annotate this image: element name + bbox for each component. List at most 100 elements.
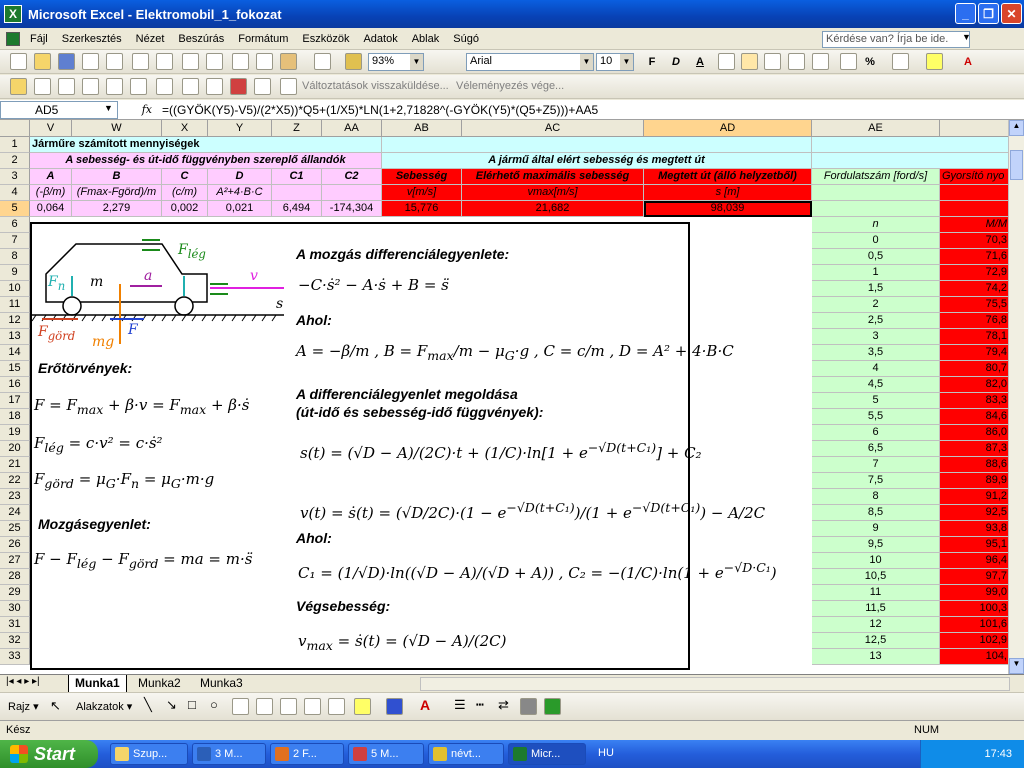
email-icon[interactable] [106,53,123,70]
namebox-dropdown-icon[interactable]: ▼ [104,103,113,113]
underline-button[interactable]: A [692,53,708,70]
shadow-icon[interactable] [520,698,537,715]
cell-z4[interactable] [272,185,322,201]
cell-torque[interactable]: 75,5 [940,297,1010,313]
cell-v5[interactable]: 0,064 [30,201,72,217]
cell-x3[interactable]: C [162,169,208,185]
row-header[interactable]: 5 [0,201,30,217]
task-excel[interactable]: Micr... [508,743,586,765]
cell-ab2[interactable]: A jármű által elért sebesség és megtett … [382,153,812,169]
row-header[interactable]: 30 [0,601,30,617]
menu-view[interactable]: Nézet [129,33,172,45]
menu-help[interactable]: Súgó [446,33,486,45]
cell-torque[interactable]: 83,3 [940,393,1010,409]
row-header[interactable]: 29 [0,585,30,601]
review-icon-9[interactable] [254,78,271,95]
cell-rpm[interactable]: 4,5 [812,377,940,393]
column-header[interactable] [940,120,1010,137]
menu-file[interactable]: Fájl [23,33,55,45]
cell-torque[interactable]: 91,2 [940,489,1010,505]
cell-y3[interactable]: D [208,169,272,185]
cell-rpm[interactable]: 8,5 [812,505,940,521]
cell-torque[interactable]: 79,4 [940,345,1010,361]
row-header[interactable]: 12 [0,313,30,329]
formula-input[interactable]: =((GYÖK(Y5)-V5)/(2*X5))*Q5+(1/X5)*LN(1+2… [158,103,598,117]
cell-torque[interactable]: 97,7 [940,569,1010,585]
cell-torque[interactable]: 74,2 [940,281,1010,297]
cell-rpm[interactable]: 9 [812,521,940,537]
cell-torque[interactable]: 104, [940,649,1010,665]
open-icon[interactable] [34,53,51,70]
cell-ae2[interactable] [812,153,1010,169]
borders-icon[interactable] [892,53,909,70]
cell-af3[interactable]: Gyorsító nyo [940,169,1010,185]
cell-torque[interactable]: 80,7 [940,361,1010,377]
name-box[interactable]: AD5 [0,100,118,119]
cell-v1[interactable]: Járműre számított mennyiségek [30,137,382,153]
line-style-icon[interactable]: ☰ [454,697,466,713]
cell-rpm[interactable]: 10 [812,553,940,569]
cell-ab3[interactable]: Sebesség [382,169,462,185]
font-name-select[interactable]: Arial ▼ [466,53,594,71]
cell-rpm[interactable]: 5 [812,393,940,409]
cell-torque[interactable]: 76,8 [940,313,1010,329]
equation-drawing-object[interactable]: Flég Fn m a v s Fgörd F mg A mozgás diff… [30,222,777,670]
cell-ae3[interactable]: Fordulatszám [ford/s] [812,169,940,185]
row-header[interactable]: 19 [0,425,30,441]
cell-rpm[interactable]: 12 [812,617,940,633]
task-m[interactable]: 5 M... [348,743,424,765]
cell-ad3[interactable]: Megtett út (álló helyzetből) [644,169,812,185]
cell-torque[interactable]: 92,5 [940,505,1010,521]
save-icon[interactable] [58,53,75,70]
3d-icon[interactable] [544,698,561,715]
cell-rpm[interactable]: 10,5 [812,569,940,585]
cell-rpm[interactable]: 4 [812,361,940,377]
row-header[interactable]: 4 [0,185,30,201]
cell-rpm[interactable]: 2 [812,297,940,313]
cell-w5[interactable]: 2,279 [72,201,162,217]
zoom-select[interactable]: 93% ▼ [368,53,424,71]
cell-torque[interactable]: 93,8 [940,521,1010,537]
research-icon[interactable] [206,53,223,70]
row-header[interactable]: 8 [0,249,30,265]
arrow-icon[interactable]: ↘ [166,697,177,713]
cell-torque[interactable]: 101,6 [940,617,1010,633]
clipart-icon[interactable] [304,698,321,715]
menu-window[interactable]: Ablak [405,33,447,45]
cell-rpm[interactable]: 5,5 [812,409,940,425]
row-header[interactable]: 24 [0,505,30,521]
column-header[interactable]: AB [382,120,462,137]
cell-torque[interactable]: 87,3 [940,441,1010,457]
arrow-style-icon[interactable]: ⇄ [498,697,509,713]
row-header[interactable]: 11 [0,297,30,313]
help-search-input[interactable]: Kérdése van? Írja be ide. [822,31,970,48]
cell-rpm[interactable]: 9,5 [812,537,940,553]
fx-icon[interactable]: fx [118,103,158,116]
cell-ad5-selected[interactable]: 98,039 [644,201,812,217]
scroll-up-icon[interactable]: ▲ [1009,120,1024,136]
align-right-icon[interactable] [764,53,781,70]
delete-comment-icon[interactable] [230,78,247,95]
row-header[interactable]: 22 [0,473,30,489]
menu-edit[interactable]: Szerkesztés [55,33,129,45]
row-header[interactable]: 9 [0,265,30,281]
print-preview-icon[interactable] [156,53,173,70]
cell-torque[interactable]: 95,1 [940,537,1010,553]
tab-nav-icons[interactable]: |◂ ◂ ▸ ▸| [6,676,40,687]
cell-torque[interactable]: 82,0 [940,377,1010,393]
row-header[interactable]: 2 [0,153,30,169]
cell-v2[interactable]: A sebesség- és út-idő függvényben szerep… [30,153,382,169]
currency-icon[interactable] [812,53,829,70]
row-header[interactable]: 25 [0,521,30,537]
select-all-corner[interactable] [0,120,30,137]
textbox-icon[interactable] [232,698,249,715]
cell-rpm[interactable]: 8 [812,489,940,505]
row-header[interactable]: 26 [0,537,30,553]
cell-ad4[interactable]: s [m] [644,185,812,201]
cell-torque[interactable]: 71,6 [940,249,1010,265]
font-size-select[interactable]: 10 ▼ [596,53,634,71]
minimize-button[interactable]: _ [955,3,976,24]
dash-style-icon[interactable]: ┅ [476,697,484,713]
column-header[interactable]: Y [208,120,272,137]
cell-torque[interactable]: 89,9 [940,473,1010,489]
